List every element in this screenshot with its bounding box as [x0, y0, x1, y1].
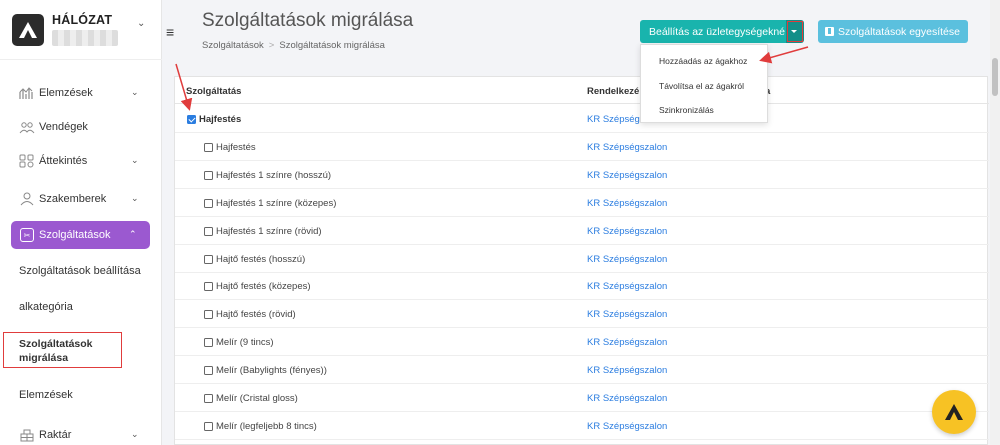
app-root: HÁLÓZAT ⌄ Elemzések ⌄ Vendégek Áttekinté…	[0, 0, 1000, 445]
scrollbar-thumb[interactable]	[992, 58, 998, 96]
annotation-arrow-dropdown	[759, 46, 809, 64]
brand-fab-button[interactable]	[932, 390, 976, 434]
logo-icon	[945, 404, 963, 420]
annotation-arrows	[175, 46, 809, 111]
annotation-arrow-checkbox	[175, 63, 193, 111]
page-scrollbar[interactable]	[990, 0, 1000, 445]
